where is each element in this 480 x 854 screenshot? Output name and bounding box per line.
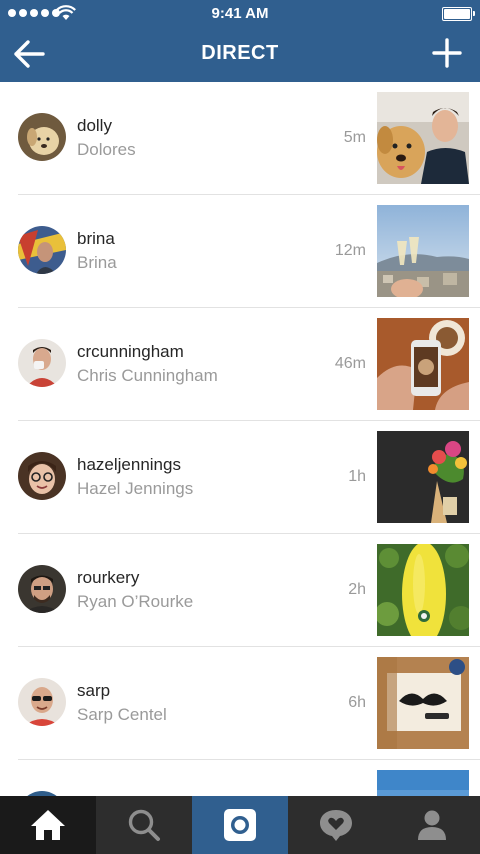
tab-search[interactable] [96, 796, 192, 854]
thread-row[interactable]: rourkery Ryan O’Rourke 2h [18, 534, 480, 647]
profile-icon [418, 810, 446, 840]
tab-home[interactable] [0, 796, 96, 854]
thread-time: 12m [334, 242, 366, 259]
page-title: DIRECT [201, 42, 279, 64]
thread-thumbnail[interactable] [377, 205, 469, 297]
thread-fullname: Brina [77, 253, 117, 272]
thread-thumbnail[interactable] [377, 92, 469, 184]
tab-profile[interactable] [384, 796, 480, 854]
thread-fullname: Dolores [77, 140, 136, 159]
thread-row[interactable]: brina Brina 12m [18, 195, 480, 308]
status-time: 9:41 AM [211, 5, 269, 22]
thread-username: sarp [77, 681, 111, 700]
thread-fullname: Ryan O’Rourke [77, 592, 194, 611]
thread-fullname: Hazel Jennings [77, 479, 194, 498]
thread-row[interactable]: crcunningham Chris Cunningham 46m [18, 308, 480, 421]
avatar [18, 226, 66, 274]
thread-username: dolly [77, 116, 112, 135]
camera-icon [224, 809, 256, 841]
avatar [18, 113, 66, 161]
plus-icon[interactable] [432, 38, 462, 68]
thread-row[interactable]: sarp Sarp Centel 6h [18, 647, 480, 760]
thread-time: 6h [348, 694, 366, 711]
battery-icon [442, 7, 475, 21]
tab-bar [0, 796, 480, 854]
thread-thumbnail[interactable] [377, 431, 469, 523]
status-bar: 9:41 AM [0, 0, 480, 28]
header: 9:41 AM DIRECT [0, 0, 480, 82]
avatar [18, 339, 66, 387]
thread-fullname: Sarp Centel [77, 705, 167, 724]
home-icon [31, 810, 65, 840]
thread-username: rourkery [77, 568, 140, 587]
thread-row[interactable]: dolly Dolores 5m [18, 82, 480, 195]
thread-time: 2h [348, 581, 366, 598]
avatar [18, 565, 66, 613]
thread-list[interactable]: dolly Dolores 5m brina Brina 12m crcunni… [0, 82, 480, 796]
thread-thumbnail[interactable] [377, 318, 469, 410]
thread-time: 5m [343, 129, 366, 146]
avatar [18, 452, 66, 500]
thread-row[interactable] [18, 760, 480, 796]
search-icon [128, 809, 160, 841]
activity-icon [320, 810, 352, 841]
avatar [18, 678, 66, 726]
thread-time: 1h [348, 468, 366, 485]
thread-thumbnail[interactable] [377, 770, 469, 796]
thread-username: crcunningham [77, 342, 184, 361]
thread-thumbnail[interactable] [377, 657, 469, 749]
thread-time: 46m [334, 355, 366, 372]
thread-row[interactable]: hazeljennings Hazel Jennings 1h [18, 421, 480, 534]
thread-username: hazeljennings [77, 455, 181, 474]
thread-fullname: Chris Cunningham [77, 366, 218, 385]
tab-camera[interactable] [192, 796, 288, 854]
tab-activity[interactable] [288, 796, 384, 854]
thread-username: brina [77, 229, 115, 248]
thread-thumbnail[interactable] [377, 544, 469, 636]
